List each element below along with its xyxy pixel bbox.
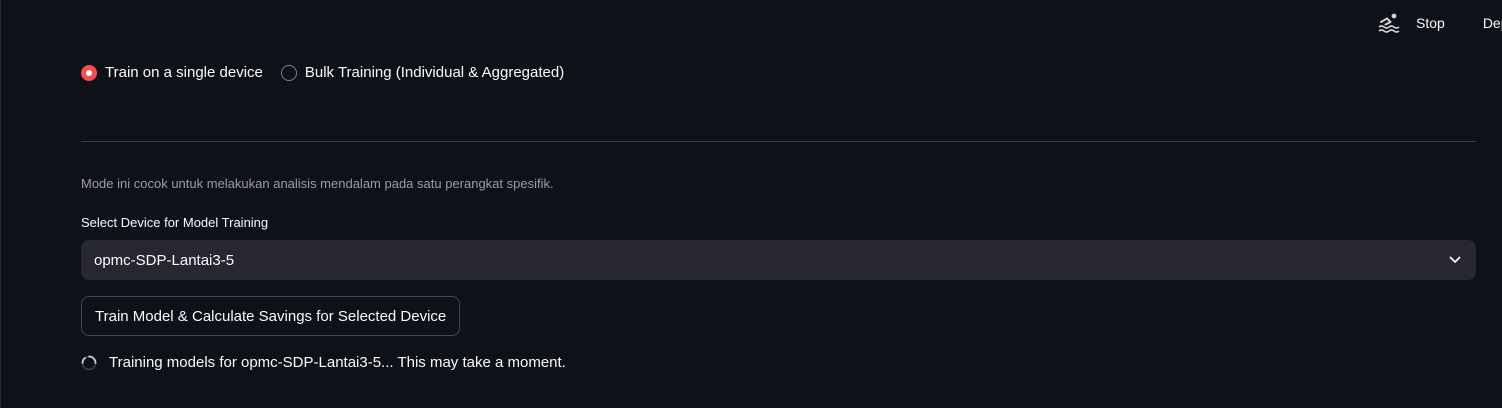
radio-option-bulk-training[interactable]: Bulk Training (Individual & Aggregated) xyxy=(280,64,565,81)
spinner-icon xyxy=(81,355,97,371)
training-mode-radio-group: Train on a single device Bulk Training (… xyxy=(81,64,582,81)
device-select-value: opmc-SDP-Lantai3-5 xyxy=(94,251,235,269)
train-model-button[interactable]: Train Model & Calculate Savings for Sele… xyxy=(81,296,461,336)
training-status: Training models for opmc-SDP-Lantai3-5..… xyxy=(81,354,566,371)
radio-option-single-device[interactable]: Train on a single device xyxy=(81,64,263,81)
device-select[interactable]: opmc-SDP-Lantai3-5 xyxy=(81,240,1476,280)
sidebar-edge-divider xyxy=(0,0,1,408)
app-page: Stop Deplo Train on a single device Bulk… xyxy=(0,0,1502,408)
radio-unselected-indicator[interactable] xyxy=(280,64,297,81)
radio-selected-indicator[interactable] xyxy=(81,64,97,81)
device-select-label: Select Device for Model Training xyxy=(81,215,269,230)
section-divider xyxy=(81,141,1476,142)
mode-description-caption: Mode ini cocok untuk melakukan analisis … xyxy=(81,176,554,191)
chevron-down-icon[interactable] xyxy=(1448,253,1462,267)
top-toolbar: Stop Deplo xyxy=(1372,10,1502,36)
training-status-text: Training models for opmc-SDP-Lantai3-5..… xyxy=(109,354,566,371)
radio-label-single-device: Train on a single device xyxy=(105,64,263,81)
swimmer-running-icon xyxy=(1376,11,1402,35)
radio-label-bulk-training: Bulk Training (Individual & Aggregated) xyxy=(304,64,565,81)
stop-button[interactable]: Stop xyxy=(1416,15,1445,31)
deploy-button[interactable]: Deplo xyxy=(1483,15,1502,31)
